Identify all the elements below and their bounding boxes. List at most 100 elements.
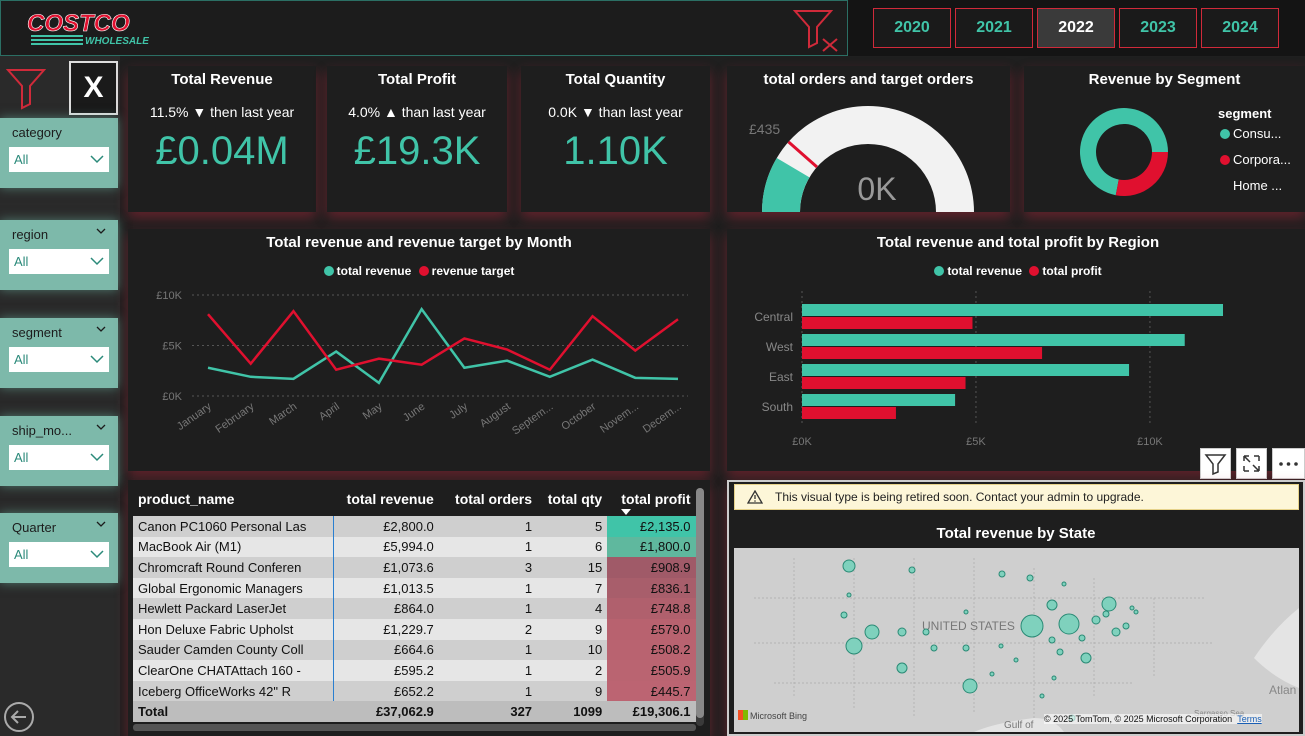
map-title: Total revenue by State [936,525,1096,542]
bar-west-0[interactable] [802,334,1185,346]
map-area[interactable]: UNITED STATES Sargasso Sea Atlan Gulf of… [734,548,1299,732]
bar-south-0[interactable] [802,394,956,406]
slicer-value: All [14,547,29,562]
line-series-0[interactable] [207,306,679,385]
map-bubble[interactable] [1122,622,1130,630]
map-bubble[interactable] [1078,634,1086,642]
clear-all-button[interactable]: X [69,61,118,115]
column-header[interactable]: total orders [439,482,537,516]
map-bubble[interactable] [930,644,938,652]
x-tick-label: May [361,400,385,422]
donut-legend-item[interactable]: Corpora... [1220,152,1291,167]
map-bubble[interactable] [1026,574,1034,582]
map-bubble[interactable] [842,559,856,573]
year-button-2021[interactable]: 2021 [955,8,1033,48]
bar-central-1[interactable] [802,317,973,329]
table-h-scrollbar[interactable] [133,724,696,731]
donut-legend-item[interactable]: Consu... [1220,126,1281,141]
map-bubble[interactable] [1133,609,1139,615]
bar-east-0[interactable] [802,364,1130,376]
table-row[interactable]: Hon Deluxe Fabric Upholst £1,229.7 2 9 £579.… [133,618,696,640]
kpi-total-profit: Total Profit 4.0% ▲ than last year £19.3… [327,66,507,212]
slicer-label: ship_mo... [12,423,72,438]
map-bubble[interactable] [1091,615,1101,625]
chevron-down-icon[interactable] [96,422,106,432]
map-bubble[interactable] [1080,652,1092,664]
table-cell: 1 [438,639,538,661]
map-bubble[interactable] [1046,599,1058,611]
table-row[interactable]: Chromcraft Round Conferen £1,073.6 3 15 £908… [133,557,696,578]
table-row[interactable]: ClearOne CHATAttach 160 - £595.2 1 2 £505.9 [133,660,696,681]
bar-east-1[interactable] [802,377,966,389]
map-card: This visual type is being retired soon. … [727,480,1305,736]
chevron-down-icon [90,453,104,462]
visual-filter-button[interactable] [1200,448,1231,479]
map-bubble[interactable] [845,637,863,655]
table-row[interactable]: MacBook Air (M1) £5,994.0 1 6 £1,800.0 [133,536,696,558]
map-bubble[interactable] [963,609,969,615]
table-row[interactable]: Sauder Camden County Coll £664.6 1 10 £508.2 [133,639,696,661]
focus-mode-button[interactable] [1236,448,1267,479]
table-scrollbar[interactable] [696,488,704,726]
map-bubble[interactable] [962,644,970,652]
chevron-down-icon[interactable] [96,324,106,334]
map-bubble[interactable] [998,570,1006,578]
map-bubble[interactable] [864,624,880,640]
terms-link[interactable]: Terms [1237,714,1262,724]
bar-central-0[interactable] [802,304,1223,316]
donut-slice-1[interactable] [1115,152,1168,196]
donut-legend-item[interactable]: Home ... [1220,178,1282,193]
table-cell: £2,800.0 [333,516,439,537]
table-cell: 1 [438,516,538,537]
column-header[interactable]: product_name [133,482,334,516]
map-bubble[interactable] [1111,627,1121,637]
map-bubble[interactable] [1061,581,1067,587]
map-bubble[interactable] [908,566,916,574]
map-bubble[interactable] [1013,657,1019,663]
revenue-by-region-card: Total revenue and total profit by Region… [727,229,1305,471]
more-options-button[interactable] [1272,448,1305,479]
map-bubble[interactable] [1058,613,1080,635]
slicer-dropdown[interactable]: All [9,542,109,567]
year-button-2023[interactable]: 2023 [1119,8,1197,48]
table-row[interactable]: Global Ergonomic Managers £1,013.5 1 7 £836.… [133,577,696,599]
table-cell: £836.1 [607,577,696,599]
map-bubble[interactable] [1020,614,1044,638]
map-bubble[interactable] [846,592,852,598]
slicer-dropdown[interactable]: All [9,445,109,470]
map-bubble[interactable] [1039,693,1045,699]
table-row[interactable]: Hewlett Packard LaserJet £864.0 1 4 £748.8 [133,598,696,619]
map-bubble[interactable] [1129,605,1135,611]
map-bubble[interactable] [840,611,848,619]
slicer-dropdown[interactable]: All [9,347,109,372]
column-header[interactable]: total qty [537,482,607,516]
chevron-down-icon[interactable] [96,519,106,529]
table-row[interactable]: Canon PC1060 Personal Las £2,800.0 1 5 £2,13… [133,516,696,537]
year-button-2022[interactable]: 2022 [1037,8,1115,48]
back-arrow-icon[interactable] [3,701,35,733]
clear-filter-icon[interactable] [791,7,841,53]
gauge-target-label: £435 [749,121,780,137]
chevron-down-icon[interactable] [96,226,106,236]
map-bubble[interactable] [896,662,908,674]
map-bubble[interactable] [1048,636,1056,644]
column-header[interactable]: total profit [607,482,695,516]
column-header[interactable]: total revenue [334,482,439,516]
map-bubble[interactable] [1056,648,1064,656]
map-bubble[interactable] [1101,596,1117,612]
map-bubble[interactable] [998,643,1004,649]
table-row[interactable]: Iceberg OfficeWorks 42" R £652.2 1 9 £445.7 [133,680,696,702]
map-bubble[interactable] [922,628,930,636]
map-bubble[interactable] [1102,610,1110,618]
slicer-dropdown[interactable]: All [9,249,109,274]
year-button-2024[interactable]: 2024 [1201,8,1279,48]
map-bubble[interactable] [962,678,978,694]
bar-south-1[interactable] [802,407,896,419]
map-bubble[interactable] [897,627,907,637]
map-bubble[interactable] [1051,675,1057,681]
slicer-dropdown[interactable]: All [9,147,109,172]
bar-west-1[interactable] [802,347,1043,359]
donut-title: Revenue by Segment [1088,71,1241,88]
map-bubble[interactable] [989,671,995,677]
year-button-2020[interactable]: 2020 [873,8,951,48]
